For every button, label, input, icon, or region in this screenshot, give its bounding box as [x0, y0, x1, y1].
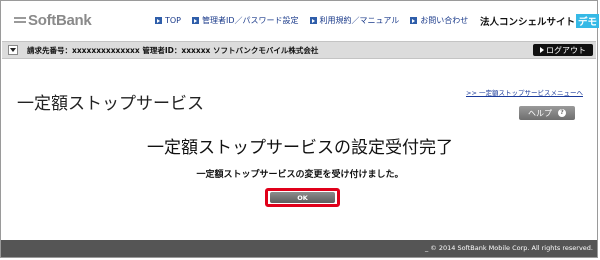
arrow-square-icon: [410, 17, 418, 24]
softbank-logo-icon: [14, 16, 26, 25]
logout-label: ログアウト: [546, 45, 586, 55]
nav-label: 管理者ID／パスワード設定: [202, 16, 299, 25]
site-title: 法人コンシェルサイト デモ: [480, 14, 600, 28]
arrow-square-icon: [155, 17, 162, 24]
nav-label: 利用規約／マニュアル: [319, 16, 400, 25]
arrow-right-icon: [540, 47, 544, 53]
help-label: ヘルプ: [528, 108, 552, 118]
nav-contact-link[interactable]: お問い合わせ: [410, 15, 468, 26]
site-header: SoftBank TOP 管理者ID／パスワード設定 利用規約／マニュアル お問…: [1, 1, 600, 38]
completion-heading: 一定額ストップサービスの設定受付完了: [147, 138, 453, 158]
account-info-bar: 請求先番号：xxxxxxxxxxxxxx 管理者ID：xxxxxx ソフトバンク…: [2, 41, 596, 59]
logout-button[interactable]: ログアウト: [533, 44, 593, 56]
nav-admin-id-password-link[interactable]: 管理者ID／パスワード設定: [192, 15, 299, 26]
page-title: 一定額ストップサービス: [17, 94, 204, 114]
account-info-text: 請求先番号：xxxxxxxxxxxxxx 管理者ID：xxxxxx ソフトバンク…: [27, 46, 319, 55]
logo-text: SoftBank: [28, 12, 92, 29]
completion-message: 一定額ストップサービスの変更を受け付けました。: [196, 170, 404, 180]
ok-button[interactable]: OK: [270, 192, 335, 203]
softbank-logo[interactable]: SoftBank: [14, 12, 92, 29]
arrow-square-icon: [192, 17, 200, 24]
header-nav: TOP 管理者ID／パスワード設定 利用規約／マニュアル お問い合わせ: [155, 15, 479, 26]
nav-label: お問い合わせ: [420, 16, 469, 25]
arrow-square-icon: [309, 17, 317, 24]
question-icon: ?: [558, 109, 566, 117]
site-title-text: 法人コンシェルサイト: [480, 17, 576, 28]
copyright-text: _ © 2014 SoftBank Mobile Corp. All right…: [424, 244, 593, 252]
nav-terms-manual-link[interactable]: 利用規約／マニュアル: [309, 15, 400, 26]
site-footer: _ © 2014 SoftBank Mobile Corp. All right…: [1, 240, 597, 257]
help-button[interactable]: ヘルプ ?: [519, 106, 575, 120]
stop-service-menu-link[interactable]: >> 一定額ストップサービスメニューへ: [466, 87, 583, 97]
demo-badge: デモ: [576, 14, 600, 28]
nav-top-link[interactable]: TOP: [155, 16, 181, 25]
page-frame: [0, 0, 598, 258]
nav-label: TOP: [165, 16, 182, 25]
collapse-toggle-icon[interactable]: [8, 45, 18, 55]
